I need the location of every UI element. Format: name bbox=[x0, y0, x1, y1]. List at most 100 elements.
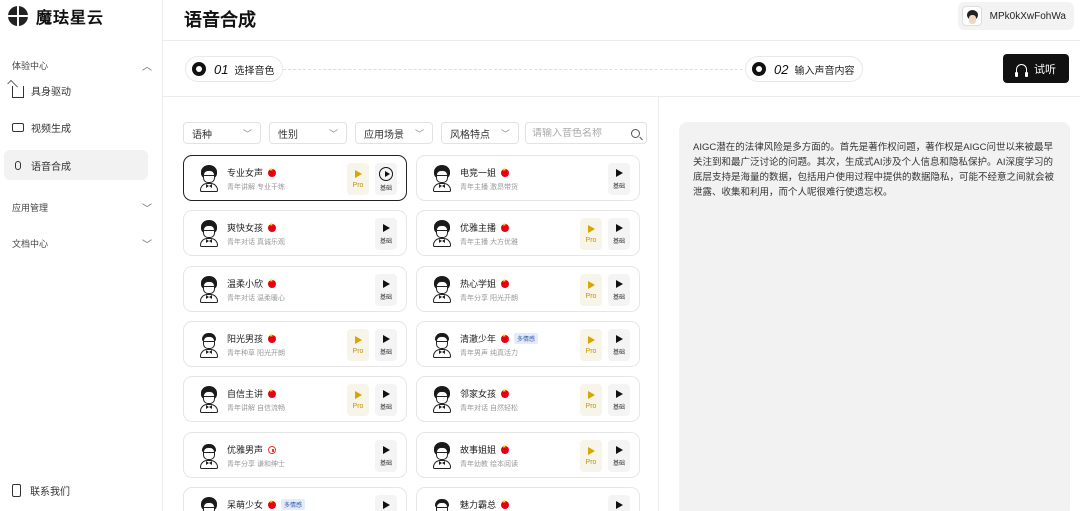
filter-style[interactable]: 风格特点 ﹀ bbox=[441, 122, 519, 144]
basic-play-button[interactable]: 基础 bbox=[375, 163, 397, 195]
basic-label: 基础 bbox=[612, 460, 625, 467]
basic-label: 基础 bbox=[379, 238, 392, 245]
voice-card[interactable]: 爽快女孩青年对话 真诚乐观 基础 bbox=[183, 210, 407, 256]
basic-play-button[interactable]: 基础 bbox=[375, 274, 397, 306]
play-icon bbox=[354, 335, 362, 344]
basic-label: 基础 bbox=[612, 238, 625, 245]
basic-play-button[interactable]: 基础 bbox=[608, 495, 630, 511]
basic-play-button[interactable]: 基础 bbox=[375, 384, 397, 416]
pro-play-button[interactable]: Pro bbox=[580, 218, 602, 250]
contact-label: 联系我们 bbox=[30, 487, 70, 498]
filter-gender[interactable]: 性别 ﹀ bbox=[269, 122, 347, 144]
pro-play-button[interactable]: Pro bbox=[580, 384, 602, 416]
voice-card[interactable]: 阳光男孩青年种草 阳光开朗 Pro 基础 bbox=[183, 321, 407, 367]
pro-play-button[interactable]: Pro bbox=[347, 163, 369, 195]
filter-label: 应用场景 bbox=[364, 129, 404, 141]
search-input[interactable] bbox=[532, 127, 622, 139]
user-menu[interactable]: MPk0kXwFohWa bbox=[957, 2, 1074, 30]
play-icon bbox=[587, 390, 595, 399]
nav-group-title: 文档中心 bbox=[12, 239, 49, 249]
chevron-down-icon: ﹀ bbox=[328, 128, 338, 139]
header: 语音合成 MPk0kXwFohWa bbox=[163, 0, 1080, 41]
basic-label: 基础 bbox=[612, 404, 625, 411]
filter-language[interactable]: 语种 ﹀ bbox=[183, 122, 261, 144]
chevron-down-icon: ﹀ bbox=[242, 128, 252, 139]
basic-label: 基础 bbox=[612, 183, 625, 190]
basic-play-button[interactable]: 基础 bbox=[375, 440, 397, 472]
basic-play-button[interactable]: 基础 bbox=[608, 384, 630, 416]
step-2[interactable]: 02 输入声音内容 bbox=[745, 56, 864, 82]
pro-play-button[interactable]: Pro bbox=[347, 384, 369, 416]
headphones-icon bbox=[1015, 63, 1028, 77]
search-icon[interactable] bbox=[631, 128, 640, 138]
pro-play-button[interactable]: Pro bbox=[580, 274, 602, 306]
play-icon bbox=[615, 279, 623, 288]
voice-card[interactable]: 自信主讲青年讲解 自信流畅 Pro 基础 bbox=[183, 376, 407, 422]
voice-description: 青年对话 真诚乐观 bbox=[227, 239, 285, 246]
sidebar-item-label: 视频生成 bbox=[31, 123, 71, 135]
china-flag-icon bbox=[268, 167, 277, 177]
basic-play-button[interactable]: 基础 bbox=[608, 440, 630, 472]
basic-play-button[interactable]: 基础 bbox=[375, 218, 397, 250]
basic-play-button[interactable]: 基础 bbox=[608, 218, 630, 250]
voice-card[interactable]: 电竞一姐青年主播 激昂带货 基础 bbox=[416, 155, 640, 201]
step-1[interactable]: 01 选择音色 bbox=[185, 56, 284, 82]
voice-card[interactable]: 温柔小欣青年对话 温柔暖心 基础 bbox=[183, 266, 407, 312]
sidebar-item-video[interactable]: 视频生成 bbox=[4, 112, 148, 142]
voice-card[interactable]: 优雅男声 青年分享 谦和绅士 基础 bbox=[183, 432, 407, 478]
pro-label: Pro bbox=[352, 402, 364, 410]
china-flag-icon bbox=[501, 278, 510, 288]
play-icon bbox=[615, 168, 623, 177]
filter-scene[interactable]: 应用场景 ﹀ bbox=[355, 122, 433, 144]
basic-label: 基础 bbox=[379, 349, 392, 356]
voice-name: 阳光男孩 bbox=[227, 334, 264, 344]
play-circle-icon bbox=[379, 166, 393, 181]
play-icon bbox=[354, 169, 362, 178]
pro-play-button[interactable]: Pro bbox=[347, 329, 369, 361]
nav-group-apps[interactable]: 应用管理 ﹀ bbox=[12, 200, 152, 215]
sidebar-item-tts[interactable]: 语音合成 bbox=[4, 150, 148, 180]
basic-play-button[interactable]: 基础 bbox=[608, 274, 630, 306]
pro-play-button[interactable]: Pro bbox=[580, 329, 602, 361]
pro-label: Pro bbox=[585, 347, 597, 355]
play-icon bbox=[587, 335, 595, 344]
pro-label: Pro bbox=[585, 236, 597, 244]
basic-play-button[interactable]: 基础 bbox=[608, 329, 630, 361]
china-flag-icon bbox=[501, 499, 510, 509]
nav-group-experience[interactable]: 体验中心 ︿ bbox=[12, 58, 152, 73]
contact-us-link[interactable]: 联系我们 bbox=[12, 483, 70, 498]
voice-name: 邻家女孩 bbox=[460, 389, 497, 399]
chevron-down-icon: ﹀ bbox=[500, 128, 510, 139]
voice-name: 魅力霸总 bbox=[460, 500, 497, 510]
chevron-down-icon: ﹀ bbox=[414, 128, 424, 139]
nav-group-title: 体验中心 bbox=[12, 61, 49, 71]
nav-group-docs[interactable]: 文档中心 ﹀ bbox=[12, 236, 152, 251]
voice-name: 呆萌少女 bbox=[227, 500, 264, 510]
voice-card[interactable]: 故事姐姐青年幼教 绘本阅读 Pro 基础 bbox=[416, 432, 640, 478]
voice-card[interactable]: 热心学姐青年分享 阳光开朗 Pro 基础 bbox=[416, 266, 640, 312]
basic-play-button[interactable]: 基础 bbox=[608, 163, 630, 195]
voice-card[interactable]: 魅力霸总 基础 bbox=[416, 487, 640, 511]
voice-card[interactable]: 邻家女孩青年对话 自然轻松 Pro 基础 bbox=[416, 376, 640, 422]
play-icon bbox=[615, 500, 623, 509]
pro-play-button[interactable]: Pro bbox=[580, 440, 602, 472]
brand-logo[interactable]: 魔珐星云 bbox=[8, 4, 104, 28]
filter-label: 性别 bbox=[278, 129, 298, 141]
listen-button[interactable]: 试听 bbox=[1003, 54, 1069, 83]
voice-card[interactable]: 清澈少年 多情感青年男声 纯真活力 Pro 基础 bbox=[416, 321, 640, 367]
content-text-area[interactable]: AIGC潜在的法律风险是多方面的。首先是著作权问题，著作权是AIGC问世以来被最… bbox=[679, 122, 1070, 511]
voice-avatar bbox=[428, 496, 456, 511]
basic-play-button[interactable]: 基础 bbox=[375, 329, 397, 361]
voice-name-row: 优雅主播 bbox=[460, 221, 510, 234]
username: MPk0kXwFohWa bbox=[989, 10, 1066, 22]
basic-label: 基础 bbox=[612, 294, 625, 301]
voice-description: 青年幼教 绘本阅读 bbox=[460, 461, 518, 468]
china-flag-icon bbox=[268, 278, 277, 288]
voice-name-row: 电竞一姐 bbox=[460, 166, 510, 179]
voice-card[interactable]: 专业女声青年讲解 专业干练 Pro 基础 bbox=[183, 155, 407, 201]
voice-avatar bbox=[428, 330, 456, 358]
voice-card[interactable]: 优雅主播青年主播 大方优雅 Pro 基础 bbox=[416, 210, 640, 256]
basic-play-button[interactable]: 基础 bbox=[375, 495, 397, 511]
voice-card[interactable]: 呆萌少女 多情感 基础 bbox=[183, 487, 407, 511]
sidebar-item-embodied[interactable]: 具身驱动 bbox=[4, 75, 148, 105]
